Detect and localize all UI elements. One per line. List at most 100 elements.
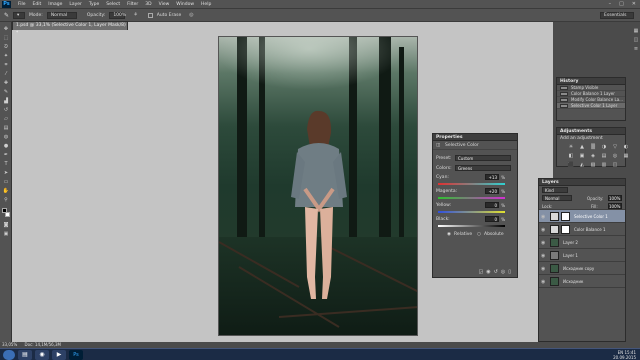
layer-row-color-balance[interactable]: ◉ Color Balance 1 <box>539 223 625 236</box>
brush-tool-icon[interactable]: ✎ <box>2 89 10 95</box>
blend-mode-dropdown[interactable]: Normal <box>542 195 572 201</box>
canvas-photo[interactable] <box>218 36 418 336</box>
taskbar-photoshop-icon[interactable]: Ps <box>69 349 83 360</box>
layer-row-source[interactable]: ◉ Исходник <box>539 275 625 288</box>
close-icon[interactable]: ✕ <box>632 1 636 7</box>
relative-radio[interactable]: ◉ <box>447 232 451 237</box>
eyedropper-tool-icon[interactable]: ⁄ <box>2 71 10 77</box>
layer-row-source-copy[interactable]: ◉ Исходник copy <box>539 262 625 275</box>
brush-tool-icon[interactable]: ✎ <box>4 12 9 19</box>
taskbar-clock[interactable]: EN 15:41 20.09.2015 <box>613 350 636 360</box>
marquee-tool-icon[interactable]: ⬚ <box>2 35 10 41</box>
panel-toggle-icon[interactable]: ≡ <box>632 46 640 52</box>
taskbar-browser-icon[interactable]: ◉ <box>35 349 49 360</box>
maximize-icon[interactable]: □ <box>619 1 624 7</box>
menu-type[interactable]: Type <box>89 2 99 7</box>
color-lookup-icon[interactable]: ◎ <box>611 153 619 159</box>
history-brush-icon[interactable]: ↺ <box>2 107 10 113</box>
brightness-contrast-icon[interactable]: ☀ <box>567 144 575 150</box>
menu-file[interactable]: File <box>18 2 26 7</box>
levels-icon[interactable]: ▲ <box>578 144 586 150</box>
yellow-field[interactable]: 0 <box>485 202 499 208</box>
screen-mode-icon[interactable]: ▣ <box>2 231 10 237</box>
absolute-radio[interactable]: ○ <box>477 232 481 237</box>
colors-dropdown[interactable]: Greens <box>455 165 511 171</box>
lasso-tool-icon[interactable]: ᘐ <box>2 44 10 50</box>
clip-to-layer-icon[interactable]: ◲ <box>479 269 484 275</box>
gradient-map-icon[interactable]: ▧ <box>589 162 597 168</box>
background-color-swatch[interactable] <box>5 212 10 217</box>
menu-3d[interactable]: 3D <box>145 2 151 7</box>
move-tool-icon[interactable]: ✥ <box>2 26 10 32</box>
taskbar-explorer-icon[interactable]: ▤ <box>18 349 32 360</box>
type-tool-icon[interactable]: T <box>2 161 10 167</box>
document-tab[interactable]: 1.psd @ 33,1% (Selective Color 1, Layer … <box>12 21 128 36</box>
threshold-icon[interactable]: ◭ <box>578 162 586 168</box>
healing-brush-icon[interactable]: ✚ <box>2 80 10 86</box>
taskbar-media-icon[interactable]: ▶ <box>52 349 66 360</box>
kind-filter-dropdown[interactable]: Kind <box>542 187 568 193</box>
vibrance-icon[interactable]: ▽ <box>611 144 619 150</box>
layer-mask-thumbnail[interactable] <box>561 212 570 221</box>
invert-icon[interactable]: ▦ <box>622 153 630 159</box>
mode-dropdown[interactable]: Normal <box>46 11 77 19</box>
history-item-selected[interactable]: Selective Color 1 Layer <box>557 103 625 109</box>
eraser-tool-icon[interactable]: ▱ <box>2 116 10 122</box>
visibility-eye-icon[interactable]: ◉ <box>541 279 545 285</box>
visibility-eye-icon[interactable]: ◉ <box>541 214 545 220</box>
cyan-slider[interactable] <box>438 183 505 185</box>
path-select-icon[interactable]: ➤ <box>2 170 10 176</box>
panel-toggle-icon[interactable]: ▦ <box>632 28 640 34</box>
gradient-tool-icon[interactable]: ▤ <box>2 125 10 131</box>
layer-row-selective-color[interactable]: ◉ Selective Color 1 <box>539 210 625 223</box>
visibility-eye-icon[interactable]: ◉ <box>541 240 545 246</box>
view-previous-icon[interactable]: ◉ <box>486 269 490 275</box>
color-balance-icon[interactable]: ◧ <box>567 153 575 159</box>
menu-image[interactable]: Image <box>48 2 62 7</box>
menu-edit[interactable]: Edit <box>33 2 42 7</box>
menu-view[interactable]: View <box>159 2 170 7</box>
visibility-eye-icon[interactable]: ◉ <box>541 227 545 233</box>
cyan-field[interactable]: +13 <box>485 174 499 180</box>
pressure-icon[interactable]: ◎ <box>189 12 193 18</box>
workspace-switcher[interactable]: Essentials <box>600 11 634 19</box>
visibility-eye-icon[interactable]: ◉ <box>541 253 545 259</box>
black-field[interactable]: 0 <box>485 216 499 222</box>
black-white-icon[interactable]: ▣ <box>578 153 586 159</box>
quick-select-tool-icon[interactable]: ✦ <box>2 53 10 59</box>
adjustment-misc-icon[interactable]: ◫ <box>611 162 619 168</box>
menu-help[interactable]: Help <box>201 2 211 7</box>
airbrush-icon[interactable]: ⚘ <box>133 12 137 18</box>
menu-filter[interactable]: Filter <box>127 2 138 7</box>
blur-tool-icon[interactable]: ◍ <box>2 134 10 140</box>
shape-tool-icon[interactable]: ▭ <box>2 179 10 185</box>
dodge-tool-icon[interactable]: ● <box>2 143 10 149</box>
clone-stamp-icon[interactable]: ▟ <box>2 98 10 104</box>
menu-layer[interactable]: Layer <box>69 2 82 7</box>
hue-saturation-icon[interactable]: ◐ <box>622 144 630 150</box>
zoom-level[interactable]: 33,05% <box>2 342 17 347</box>
preset-dropdown[interactable]: Custom <box>455 155 511 161</box>
zoom-tool-icon[interactable]: ⚲ <box>2 197 10 203</box>
visibility-toggle-icon[interactable]: ◎ <box>501 269 505 275</box>
menu-select[interactable]: Select <box>106 2 120 7</box>
selective-color-icon[interactable]: ▥ <box>600 162 608 168</box>
quick-mask-icon[interactable]: ◙ <box>2 222 10 228</box>
auto-erase-checkbox[interactable] <box>147 12 153 18</box>
start-button[interactable] <box>3 349 15 360</box>
reset-icon[interactable]: ↺ <box>494 269 498 275</box>
opacity-field[interactable]: 100% <box>109 11 126 19</box>
layer-row-layer-1[interactable]: ◉ Layer 1 <box>539 249 625 262</box>
magenta-field[interactable]: +20 <box>485 188 499 194</box>
visibility-eye-icon[interactable]: ◉ <box>541 266 545 272</box>
layer-mask-thumbnail[interactable] <box>561 225 570 234</box>
posterize-icon[interactable]: ⬛ <box>567 162 575 168</box>
pen-tool-icon[interactable]: ✒ <box>2 152 10 158</box>
trash-icon[interactable]: ▯ <box>508 269 511 275</box>
hand-tool-icon[interactable]: ✋ <box>2 188 10 194</box>
yellow-slider[interactable] <box>438 211 505 213</box>
layer-opacity-field[interactable]: 100% <box>608 195 622 201</box>
brush-preset-picker[interactable]: ▾ <box>13 11 26 19</box>
fill-field[interactable]: 100% <box>608 203 622 209</box>
panel-toggle-icon[interactable]: ◫ <box>632 37 640 43</box>
